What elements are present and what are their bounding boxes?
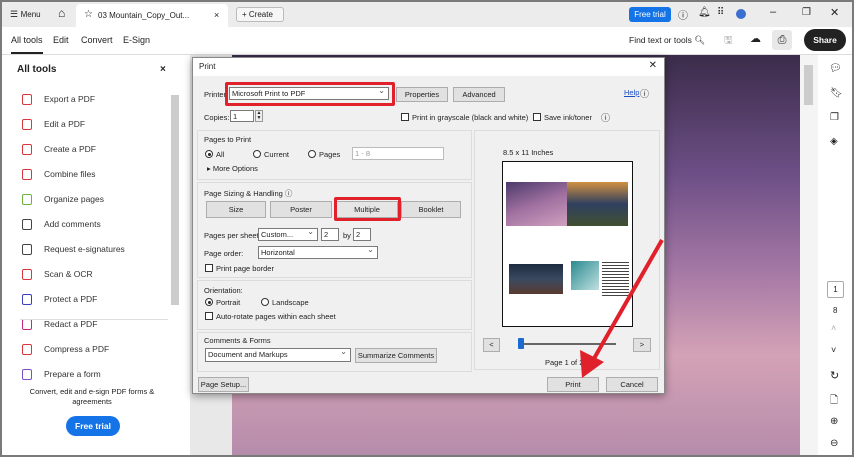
app-window: ☰ Menu ⌂ ☆ 03 Mountain_Copy_Out... × + C… [2, 2, 852, 455]
annotation-arrow [580, 239, 664, 378]
arrow-head [580, 350, 604, 378]
arrow-shaft [590, 239, 664, 363]
